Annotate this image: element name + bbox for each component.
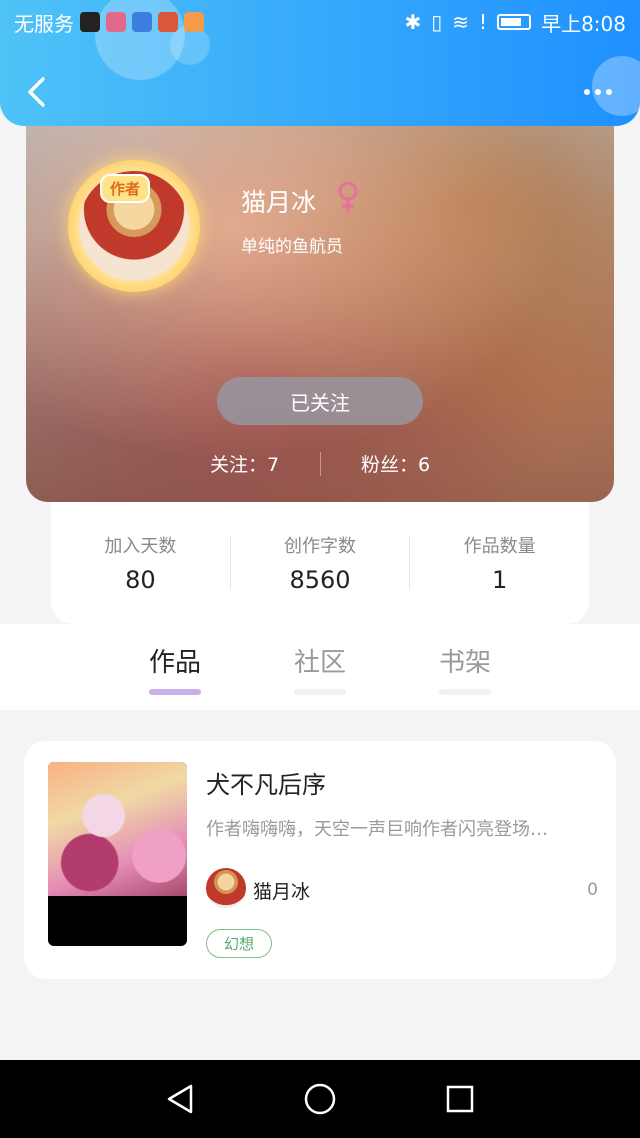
tab-bar: 作品 社区 书架 (0, 624, 640, 710)
baidu-icon (132, 12, 152, 32)
more-dot-icon (584, 89, 590, 95)
more-dot-icon (606, 89, 612, 95)
vibrate-icon: ▯ (431, 10, 443, 34)
tiktok-icon (80, 12, 100, 32)
top-header: 无服务 ✱ ▯ ≋ ! 早上8:08 (0, 0, 640, 126)
more-dot-icon (595, 89, 601, 95)
tab-underline (149, 689, 201, 695)
book-cover[interactable] (48, 762, 187, 946)
divider (319, 451, 321, 476)
author-badge: 作者 (100, 174, 151, 203)
work-count: 0 (587, 880, 598, 900)
nav-home-button[interactable] (300, 1079, 340, 1119)
work-card[interactable]: 犬不凡后序 作者嗨嗨嗨，天空一声巨响作者闪亮登场… 猫月冰 0 幻想 (24, 741, 616, 979)
work-description: 作者嗨嗨嗨，天空一声巨响作者闪亮登场… (206, 819, 548, 840)
back-button[interactable] (20, 74, 52, 110)
follow-button[interactable]: 已关注 (217, 377, 423, 425)
more-options-button[interactable] (578, 80, 618, 104)
bluetooth-icon: ✱ (404, 10, 422, 34)
wifi-icon: ≋ (452, 10, 470, 34)
tab-label: 社区 (293, 648, 346, 678)
author-mini-avatar (206, 868, 246, 908)
tab-works[interactable]: 作品 (135, 642, 215, 695)
tab-label: 作品 (148, 648, 201, 678)
profile-hero: 作者 猫月冰 单纯的鱼航员 已关注 关注：7 粉丝：6 (26, 110, 614, 502)
stat-works-count: 作品数量 1 (410, 532, 589, 594)
tab-underline (294, 689, 346, 695)
triangle-back-icon (167, 1084, 193, 1114)
genre-tag[interactable]: 幻想 (206, 929, 273, 958)
back-arrow-icon (28, 77, 45, 107)
nav-back-button[interactable] (160, 1079, 200, 1119)
following-count[interactable]: 关注：7 (190, 450, 300, 477)
tab-bookshelf[interactable]: 书架 (425, 642, 505, 695)
female-icon (338, 181, 358, 212)
circle-home-icon (304, 1083, 336, 1115)
carrier-text: 无服务 (14, 11, 74, 36)
stat-label: 作品数量 (463, 536, 536, 557)
stat-join-days: 加入天数 80 (51, 532, 230, 594)
stat-value: 1 (492, 566, 508, 594)
stat-label: 创作字数 (284, 536, 356, 557)
work-author-name: 猫月冰 (253, 881, 311, 903)
stat-value: 8560 (289, 566, 351, 594)
app-icon (158, 12, 178, 32)
status-bar: 无服务 ✱ ▯ ≋ ! 早上8:08 (0, 0, 640, 44)
tab-label: 书架 (438, 648, 491, 678)
fans-count[interactable]: 粉丝：6 (341, 450, 451, 477)
stat-word-count: 创作字数 8560 (231, 532, 410, 594)
stat-value: 80 (125, 566, 156, 594)
stat-label: 加入天数 (104, 536, 177, 557)
follow-stats: 关注：7 粉丝：6 (26, 450, 614, 477)
video-app-icon (184, 12, 204, 32)
clock-text: 早上8:08 (541, 11, 626, 36)
nav-recents-button[interactable] (440, 1079, 480, 1119)
stats-card: 加入天数 80 创作字数 8560 作品数量 1 (51, 502, 589, 624)
alert-icon: ! (479, 10, 488, 34)
system-nav-bar (0, 1060, 640, 1138)
tab-community[interactable]: 社区 (280, 642, 360, 695)
tab-underline (439, 689, 491, 695)
square-recents-icon (446, 1085, 474, 1113)
app-icon (106, 12, 126, 32)
cover-art (48, 762, 187, 896)
work-title: 犬不凡后序 (206, 771, 326, 799)
battery-icon (497, 14, 532, 30)
username: 猫月冰 (241, 188, 317, 217)
user-bio: 单纯的鱼航员 (241, 237, 343, 257)
